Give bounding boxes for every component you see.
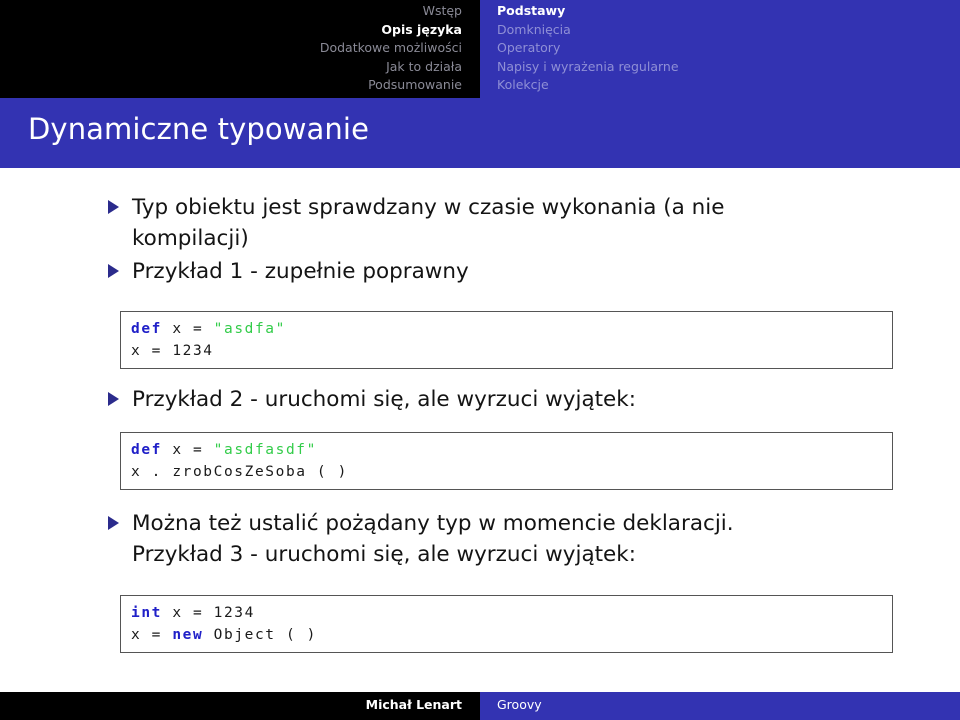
code-block-1: def x = "asdfa" x = 1234 bbox=[120, 311, 893, 369]
nav-subsection-list: Podstawy Domknięcia Operatory Napisy i w… bbox=[497, 2, 937, 95]
bullet-triangle-icon bbox=[108, 392, 119, 406]
code-block-1-line-1: def x = "asdfa" bbox=[131, 318, 892, 340]
code-block-3-line-1: int x = 1234 bbox=[131, 602, 892, 624]
footer-subject: Groovy bbox=[497, 697, 542, 712]
code-block-3-line-2: x = new Object ( ) bbox=[131, 624, 892, 646]
bullet-text-1-line2: kompilacji) bbox=[132, 226, 249, 251]
code-block-2-line-2: x . zrobCosZeSoba ( ) bbox=[131, 461, 892, 483]
code-string: "asdfasdf" bbox=[213, 442, 317, 458]
code-plain: x = 1234 bbox=[162, 605, 255, 621]
bullet-text-3-line1: Przykład 2 - uruchomi się, ale wyrzuci w… bbox=[132, 387, 636, 412]
code-plain: Object ( ) bbox=[203, 627, 317, 643]
nav-item-domkniecia[interactable]: Domknięcia bbox=[497, 21, 937, 40]
code-keyword: def bbox=[131, 321, 162, 337]
code-keyword: def bbox=[131, 442, 162, 458]
slide-content: Typ obiektu jest sprawdzany w czasie wyk… bbox=[0, 168, 960, 678]
header-navigation-bar: Wstęp Opis języka Dodatkowe możliwości J… bbox=[0, 0, 960, 98]
bullet-text-2-line1: Przykład 1 - zupełnie poprawny bbox=[132, 259, 469, 284]
bullet-text-4: Można też ustalić pożądany typ w momenci… bbox=[132, 508, 898, 570]
bullet-text-3: Przykład 2 - uruchomi się, ale wyrzuci w… bbox=[132, 384, 898, 415]
footer-author: Michał Lenart bbox=[365, 697, 462, 712]
bullet-text-1-line1: Typ obiektu jest sprawdzany w czasie wyk… bbox=[132, 195, 725, 220]
code-block-2: def x = "asdfasdf" x . zrobCosZeSoba ( ) bbox=[120, 432, 893, 490]
nav-item-dodatkowe-mozliwosci[interactable]: Dodatkowe możliwości bbox=[0, 39, 462, 58]
code-block-3: int x = 1234 x = new Object ( ) bbox=[120, 595, 893, 653]
bullet-text-2: Przykład 1 - zupełnie poprawny bbox=[132, 256, 898, 287]
code-plain: x = bbox=[162, 442, 214, 458]
code-plain: x = bbox=[162, 321, 214, 337]
nav-item-podsumowanie[interactable]: Podsumowanie bbox=[0, 76, 462, 95]
bullet-triangle-icon bbox=[108, 200, 119, 214]
code-plain: x = bbox=[131, 627, 173, 643]
nav-section-list: Wstęp Opis języka Dodatkowe możliwości J… bbox=[0, 2, 462, 95]
bullet-text-4-line2: Przykład 3 - uruchomi się, ale wyrzuci w… bbox=[132, 542, 636, 567]
slide-title-banner: Dynamiczne typowanie bbox=[0, 98, 960, 168]
code-keyword: new bbox=[172, 627, 204, 643]
nav-item-operatory[interactable]: Operatory bbox=[497, 39, 937, 58]
page-title: Dynamiczne typowanie bbox=[28, 112, 370, 146]
nav-item-wstep[interactable]: Wstęp bbox=[0, 2, 462, 21]
nav-item-napisy-i-wyrazenia-regularne[interactable]: Napisy i wyrażenia regularne bbox=[497, 58, 937, 77]
bullet-text-4-line1: Można też ustalić pożądany typ w momenci… bbox=[132, 511, 734, 536]
code-plain: x = 1234 bbox=[131, 343, 214, 359]
nav-item-podstawy[interactable]: Podstawy bbox=[497, 2, 937, 21]
code-string: "asdfa" bbox=[213, 321, 286, 337]
bullet-item-4: Można też ustalić pożądany typ w momenci… bbox=[108, 508, 898, 570]
nav-item-kolekcje[interactable]: Kolekcje bbox=[497, 76, 937, 95]
bullet-item-1: Typ obiektu jest sprawdzany w czasie wyk… bbox=[108, 192, 898, 254]
bullet-text-1: Typ obiektu jest sprawdzany w czasie wyk… bbox=[132, 192, 898, 254]
footer-bar: Michał Lenart Groovy bbox=[0, 692, 960, 720]
nav-item-opis-jezyka[interactable]: Opis języka bbox=[0, 21, 462, 40]
code-plain: x . zrobCosZeSoba ( ) bbox=[131, 464, 348, 480]
code-block-2-line-1: def x = "asdfasdf" bbox=[131, 439, 892, 461]
bullet-triangle-icon bbox=[108, 516, 119, 530]
bullet-item-3: Przykład 2 - uruchomi się, ale wyrzuci w… bbox=[108, 384, 898, 415]
bullet-triangle-icon bbox=[108, 264, 119, 278]
code-keyword: int bbox=[131, 605, 162, 621]
bullet-item-2: Przykład 1 - zupełnie poprawny bbox=[108, 256, 898, 287]
code-block-1-line-2: x = 1234 bbox=[131, 340, 892, 362]
nav-item-jak-to-dziala[interactable]: Jak to działa bbox=[0, 58, 462, 77]
